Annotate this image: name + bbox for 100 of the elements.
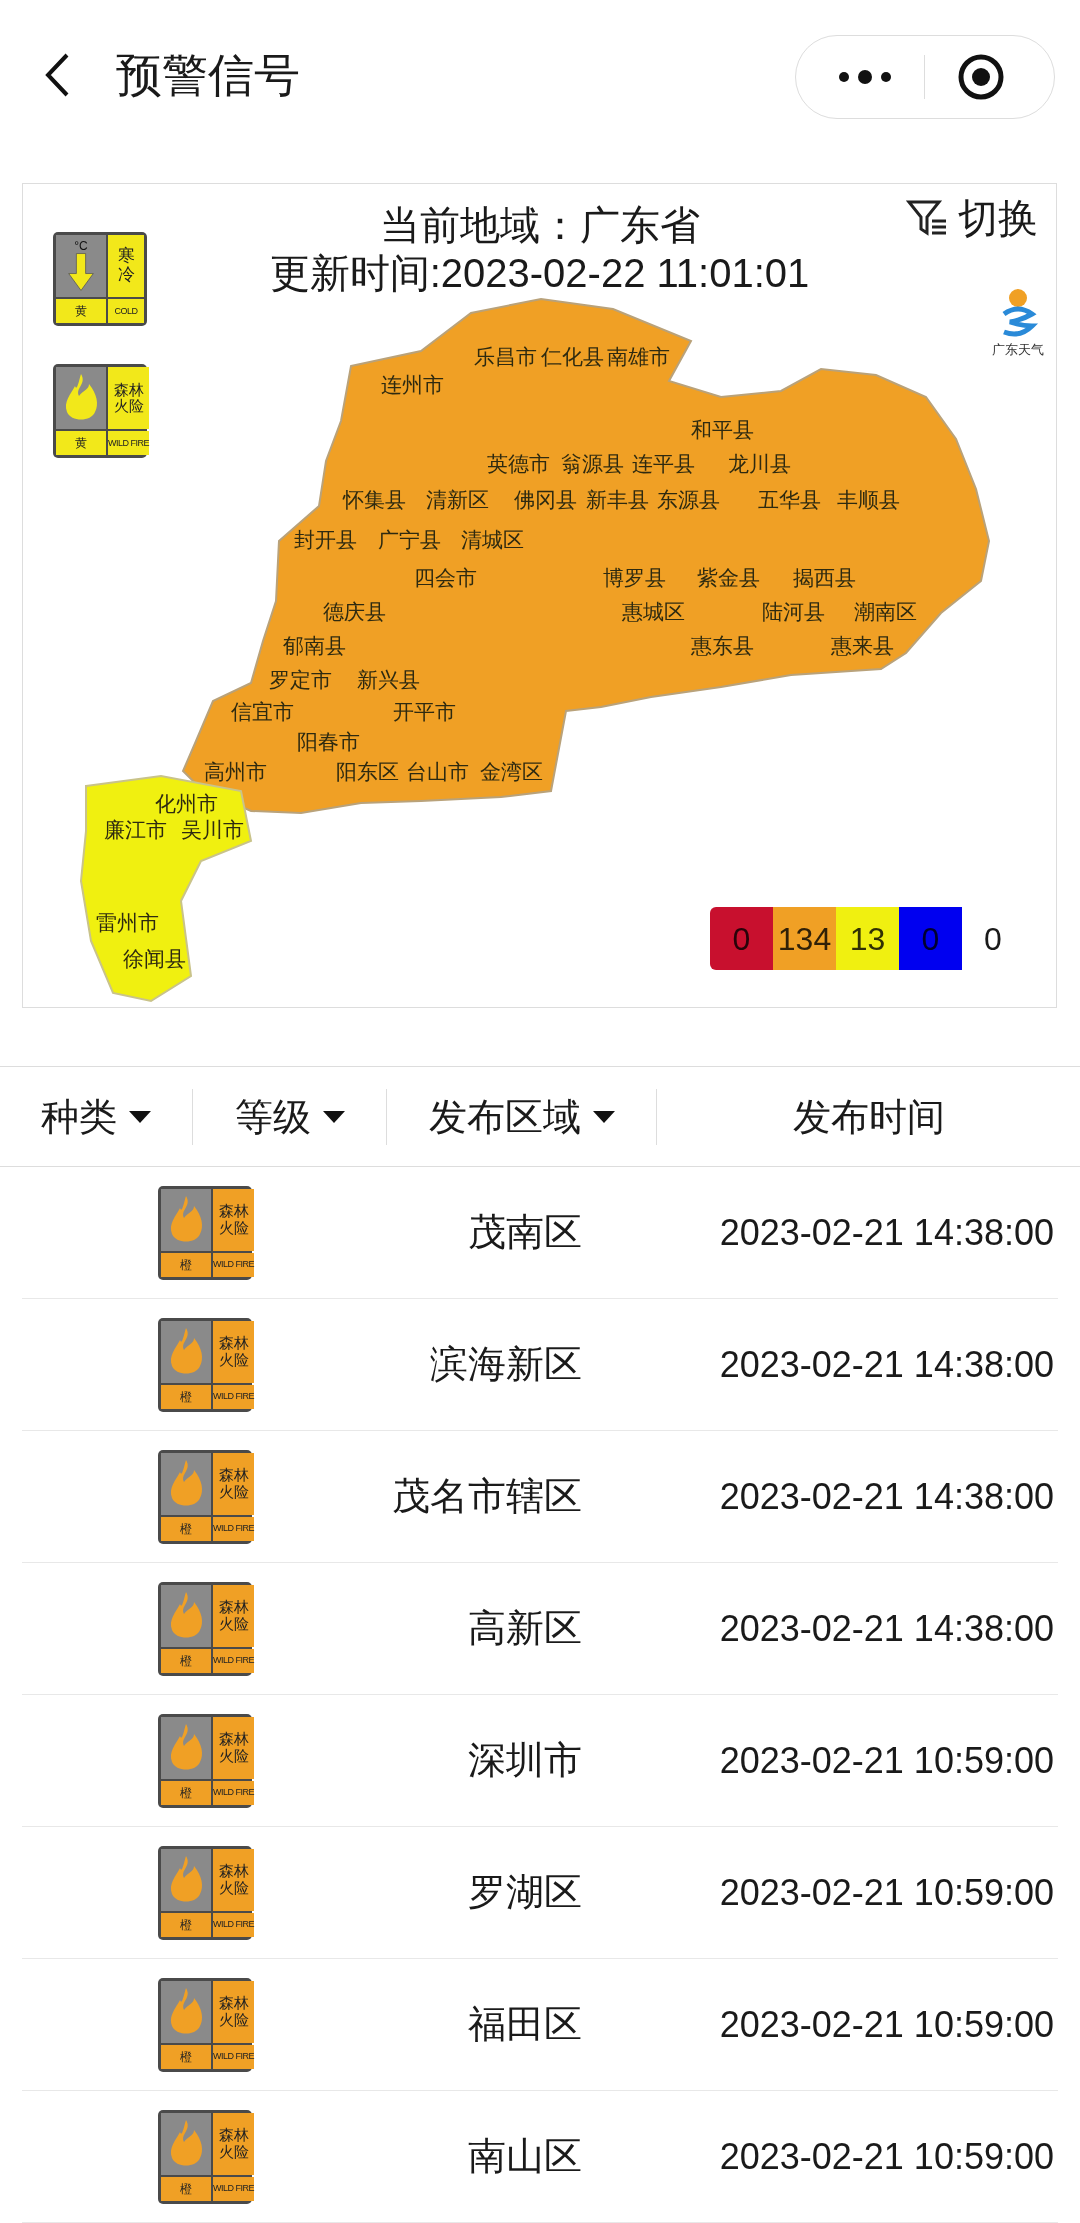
sign-english: WILD FIRE	[108, 438, 149, 448]
sign-level: 橙	[180, 1522, 192, 1535]
map-place-label: 德庆县	[323, 601, 386, 622]
area-cell-text: 罗湖区	[467, 1870, 582, 1915]
map-place-label: 龙川县	[728, 453, 791, 474]
map-place-label: 怀集县	[343, 489, 406, 510]
map-place-label: 东源县	[657, 489, 720, 510]
more-icon[interactable]	[838, 70, 892, 84]
sign-name: 森林火险	[218, 2127, 249, 2160]
map-place-label: 连平县	[632, 453, 695, 474]
sign-level: 橙	[180, 1258, 192, 1271]
map-place-label: 阳春市	[297, 731, 360, 752]
map-place-label: 金湾区	[480, 761, 543, 782]
map-place-label: 台山市	[406, 761, 469, 782]
map-place-label: 封开县	[294, 529, 357, 550]
map-place-label: 连州市	[381, 374, 444, 395]
sign-level: 橙	[180, 1654, 192, 1667]
sign-name: 森林火险	[218, 1995, 249, 2028]
legend-count: 134	[773, 907, 836, 970]
map-place-label: 惠来县	[831, 635, 894, 656]
map-place-label: 仁化县	[541, 346, 604, 367]
sign-english: COLD	[114, 306, 138, 316]
map-place-label: 潮南区	[854, 601, 917, 622]
area-cell-text: 滨海新区	[429, 1342, 582, 1387]
map-place-label: 四会市	[414, 567, 477, 588]
sign-name: 森林火险	[218, 1467, 249, 1500]
map-place-label: 五华县	[758, 489, 821, 510]
map-place-label: 丰顺县	[837, 489, 900, 510]
caret-down-icon	[592, 1110, 615, 1123]
map-place-label: 和平县	[691, 419, 754, 440]
sign-name: 森林火险	[113, 381, 144, 415]
sign-english: WILD FIRE	[213, 1392, 254, 1401]
caret-down-icon	[322, 1110, 345, 1123]
sign-level: 黄	[75, 305, 87, 317]
map-place-label: 吴川市	[181, 819, 244, 840]
map-place-label: 化州市	[155, 793, 218, 814]
time-cell-text: 2023-02-21 10:59:00	[719, 1870, 1054, 1915]
map-place-label: 徐闻县	[123, 948, 186, 969]
sign-level: 橙	[180, 2182, 192, 2195]
sign-name: 寒冷	[117, 247, 135, 285]
sign-name: 森林火险	[218, 1731, 249, 1764]
area-cell-text: 茂南区	[467, 1210, 582, 1255]
update-time: 更新时间:2023-02-22 11:01:01	[269, 250, 810, 297]
map-place-label: 新兴县	[357, 669, 420, 690]
map-place-label: 南雄市	[607, 346, 670, 367]
sign-english: WILD FIRE	[213, 2184, 254, 2193]
area-cell-text: 深圳市	[467, 1738, 582, 1783]
legend-count: 0	[710, 907, 773, 970]
area-cell-text: 南山区	[467, 2134, 582, 2179]
column-filter[interactable]: 发布区域	[428, 1097, 615, 1136]
sign-level: 橙	[180, 1918, 192, 1931]
column-filter[interactable]: 等级	[234, 1097, 345, 1136]
map-place-label: 惠东县	[691, 635, 754, 656]
map-place-label: 翁源县	[561, 453, 624, 474]
logo-text: 广东天气	[992, 341, 1044, 359]
back-icon[interactable]	[44, 52, 70, 98]
map-place-label: 博罗县	[603, 567, 666, 588]
sign-english: WILD FIRE	[213, 1788, 254, 1797]
sign-name: 森林火险	[218, 1863, 249, 1896]
sign-level: 黄	[75, 437, 87, 449]
map-place-label: 英德市	[487, 453, 550, 474]
map-place-label: 揭西县	[793, 567, 856, 588]
map-place-label: 清城区	[461, 529, 524, 550]
target-icon[interactable]	[957, 53, 1005, 101]
sign-english: WILD FIRE	[213, 1260, 254, 1269]
map-place-label: 紫金县	[697, 567, 760, 588]
page-title: 预警信号	[116, 52, 300, 98]
area-cell-text: 茂名市辖区	[391, 1474, 582, 1519]
column-filter[interactable]: 种类	[41, 1097, 151, 1136]
time-cell-text: 2023-02-21 10:59:00	[719, 2134, 1054, 2179]
map-place-label: 佛冈县	[514, 489, 577, 510]
time-cell-text: 2023-02-21 14:38:00	[719, 1342, 1054, 1387]
caret-down-icon	[129, 1110, 151, 1123]
sign-english: WILD FIRE	[213, 1656, 254, 1665]
sign-english: WILD FIRE	[213, 1524, 254, 1533]
map-place-label: 高州市	[204, 761, 267, 782]
map-place-label: 开平市	[393, 701, 456, 722]
map-place-label: 新丰县	[586, 489, 649, 510]
area-cell-text: 福田区	[467, 2002, 582, 2047]
map-place-label: 罗定市	[269, 669, 332, 690]
legend-count: 13	[836, 907, 899, 970]
map-place-label: 廉江市	[104, 819, 167, 840]
sign-level: 橙	[180, 1390, 192, 1403]
map-place-label: 阳东区	[336, 761, 399, 782]
sign-english: WILD FIRE	[213, 1920, 254, 1929]
region-label: 当前地域：广东省	[379, 202, 700, 248]
switch-button[interactable]: 切换	[906, 198, 1038, 238]
sign-level: 橙	[180, 2050, 192, 2063]
map-place-label: 乐昌市	[474, 346, 537, 367]
area-cell-text: 高新区	[467, 1606, 582, 1651]
map-place-label: 清新区	[426, 489, 489, 510]
sign-name: 森林火险	[218, 1335, 249, 1368]
map-place-label: 广宁县	[378, 529, 441, 550]
sign-english: WILD FIRE	[213, 2052, 254, 2061]
unit-label: °C	[74, 240, 88, 252]
map-place-label: 雷州市	[96, 912, 159, 933]
legend-count: 0	[899, 907, 962, 970]
map-place-label: 陆河县	[762, 601, 825, 622]
time-cell-text: 2023-02-21 14:38:00	[719, 1474, 1054, 1519]
map-place-label: 惠城区	[622, 601, 685, 622]
